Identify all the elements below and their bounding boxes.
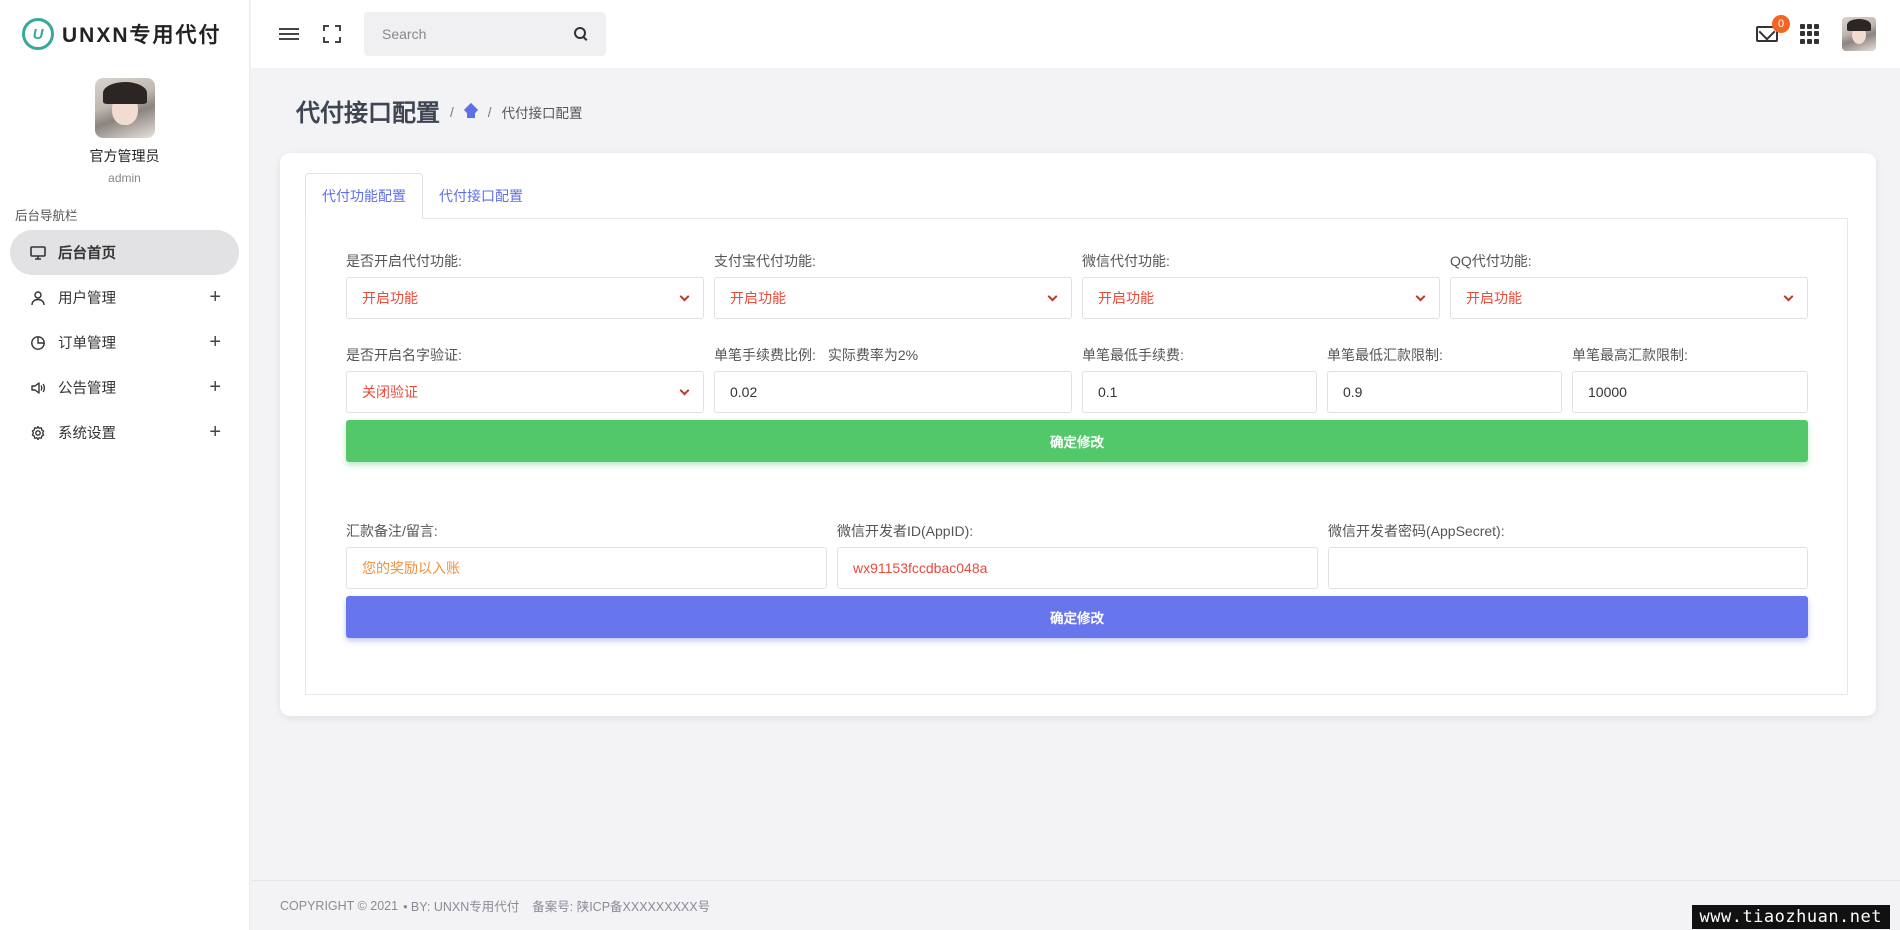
chevron-down-icon xyxy=(1783,291,1794,301)
footer-copyright: COPYRIGHT © 2021 xyxy=(280,898,399,913)
breadcrumb-separator: / xyxy=(450,104,454,120)
topbar-actions: 0 xyxy=(1756,15,1876,51)
notification-badge: 0 xyxy=(1772,15,1790,33)
mail-icon[interactable]: 0 xyxy=(1756,15,1790,42)
wechat-payout-label: 微信代付功能: xyxy=(1082,253,1170,269)
appid-input[interactable]: wx91153fccdbac048a xyxy=(837,547,1318,589)
fee-rate-input[interactable]: 0.02 xyxy=(714,371,1072,413)
name-verify-select[interactable]: 关闭验证 xyxy=(346,371,704,413)
chevron-down-icon xyxy=(1415,291,1426,301)
chevron-down-icon xyxy=(679,291,690,301)
profile-name: 官方管理员 xyxy=(89,148,160,164)
max-amount-label: 单笔最高汇款限制: xyxy=(1572,347,1688,363)
brand[interactable]: U UNXN专用代付 xyxy=(0,0,249,68)
sidebar-item-label: 系统设置 xyxy=(58,426,116,442)
expand-plus-icon[interactable]: + xyxy=(209,286,221,309)
qq-payout-select[interactable]: 开启功能 xyxy=(1450,277,1808,319)
select-value: 开启功能 xyxy=(362,290,418,306)
select-value: 开启功能 xyxy=(1466,290,1522,306)
footer: COPYRIGHT © 2021 • BY: UNXN专用代付 备案号: 陕IC… xyxy=(251,880,1900,930)
name-verify-label: 是否开启名字验证: xyxy=(346,347,462,363)
select-value: 关闭验证 xyxy=(362,384,418,400)
breadcrumb-separator: / xyxy=(487,104,492,120)
tab-panel: 是否开启代付功能: 开启功能 支付宝代付功能: 开启功能 微信代付功能: 开启功… xyxy=(305,218,1848,695)
alipay-payout-select[interactable]: 开启功能 xyxy=(714,277,1072,319)
wechat-payout-select[interactable]: 开启功能 xyxy=(1082,277,1440,319)
search-icon[interactable] xyxy=(574,27,588,41)
appsecret-label: 微信开发者密码(AppSecret): xyxy=(1328,523,1505,539)
min-fee-label: 单笔最低手续费: xyxy=(1082,347,1184,363)
monitor-icon xyxy=(30,245,46,261)
tab-bar: 代付功能配置 代付接口配置 xyxy=(305,173,539,219)
menu-toggle-icon[interactable] xyxy=(279,24,299,44)
alipay-payout-label: 支付宝代付功能: xyxy=(714,253,816,269)
sidebar-item-label: 用户管理 xyxy=(58,291,116,307)
sidebar: U UNXN专用代付 官方管理员 admin 后台导航栏 后台首页 用户管理 +… xyxy=(0,0,250,930)
select-value: 开启功能 xyxy=(730,290,786,306)
topbar: 0 xyxy=(251,0,1900,68)
qq-payout-label: QQ代付功能: xyxy=(1450,253,1532,269)
submit-wechat-config-button[interactable]: 确定修改 xyxy=(346,596,1808,638)
remark-label: 汇款备注/留言: xyxy=(346,523,438,539)
sidebar-item-label: 后台首页 xyxy=(58,246,116,262)
breadcrumb: / / 代付接口配置 xyxy=(450,99,583,122)
sidebar-item-users[interactable]: 用户管理 + xyxy=(10,275,239,320)
watermark: www.tiaozhuan.net xyxy=(1691,905,1890,929)
profile-role: admin xyxy=(108,171,141,185)
page-title: 代付接口配置 xyxy=(296,100,440,127)
apps-grid-icon[interactable] xyxy=(1800,24,1820,44)
brand-name: UNXN专用代付 xyxy=(62,24,222,47)
sidebar-item-label: 订单管理 xyxy=(58,336,116,352)
tab-payout-function[interactable]: 代付功能配置 xyxy=(305,173,423,219)
speaker-icon xyxy=(30,380,46,396)
fee-rate-note: 实际费率为2% xyxy=(827,347,919,363)
sidebar-item-settings[interactable]: 系统设置 + xyxy=(10,410,239,455)
search-input[interactable] xyxy=(382,26,574,42)
page-header: 代付接口配置 / / 代付接口配置 xyxy=(296,93,583,128)
search-box xyxy=(364,12,606,56)
user-avatar[interactable] xyxy=(1842,17,1876,51)
fee-rate-label-text: 单笔手续费比例: xyxy=(714,347,816,363)
expand-plus-icon[interactable]: + xyxy=(209,331,221,354)
remark-input[interactable]: 您的奖励以入账 xyxy=(346,547,827,589)
user-icon xyxy=(30,290,46,306)
avatar[interactable] xyxy=(94,78,155,138)
submit-function-config-button[interactable]: 确定修改 xyxy=(346,420,1808,462)
appid-label: 微信开发者ID(AppID): xyxy=(837,523,974,539)
sidebar-item-dashboard[interactable]: 后台首页 xyxy=(10,230,239,275)
config-card: 代付功能配置 代付接口配置 是否开启代付功能: 开启功能 支付宝代付功能: 开启… xyxy=(280,153,1876,716)
enable-payout-select[interactable]: 开启功能 xyxy=(346,277,704,319)
brand-logo-icon: U xyxy=(22,18,54,50)
gear-icon xyxy=(30,425,46,441)
enable-payout-label: 是否开启代付功能: xyxy=(346,253,462,269)
expand-plus-icon[interactable]: + xyxy=(209,376,221,399)
select-value: 开启功能 xyxy=(1098,290,1154,306)
fee-rate-label: 单笔手续费比例: 实际费率为2% xyxy=(714,345,918,365)
expand-plus-icon[interactable]: + xyxy=(209,421,221,444)
profile: 官方管理员 admin xyxy=(0,68,249,185)
sidebar-item-label: 公告管理 xyxy=(58,381,116,397)
fullscreen-icon[interactable] xyxy=(323,25,341,43)
chevron-down-icon xyxy=(679,385,690,395)
sidebar-nav: 后台首页 用户管理 + 订单管理 + 公告管理 + 系统设置 + xyxy=(0,230,249,455)
min-amount-label: 单笔最低汇款限制: xyxy=(1327,347,1443,363)
sidebar-item-announcements[interactable]: 公告管理 + xyxy=(10,365,239,410)
footer-icp[interactable]: 备案号: 陕ICP备XXXXXXXXX号 xyxy=(532,896,710,915)
breadcrumb-current: 代付接口配置 xyxy=(501,106,583,121)
chevron-down-icon xyxy=(1047,291,1058,301)
sidebar-item-orders[interactable]: 订单管理 + xyxy=(10,320,239,365)
max-amount-input[interactable]: 10000 xyxy=(1572,371,1808,413)
nav-title: 后台导航栏 xyxy=(15,209,78,223)
tab-payout-interface[interactable]: 代付接口配置 xyxy=(423,173,539,219)
home-icon[interactable] xyxy=(464,106,478,118)
pie-chart-icon xyxy=(30,335,46,351)
footer-by: • BY: UNXN专用代付 xyxy=(403,900,520,914)
min-fee-input[interactable]: 0.1 xyxy=(1082,371,1317,413)
min-amount-input[interactable]: 0.9 xyxy=(1327,371,1562,413)
appsecret-input[interactable] xyxy=(1328,547,1808,589)
